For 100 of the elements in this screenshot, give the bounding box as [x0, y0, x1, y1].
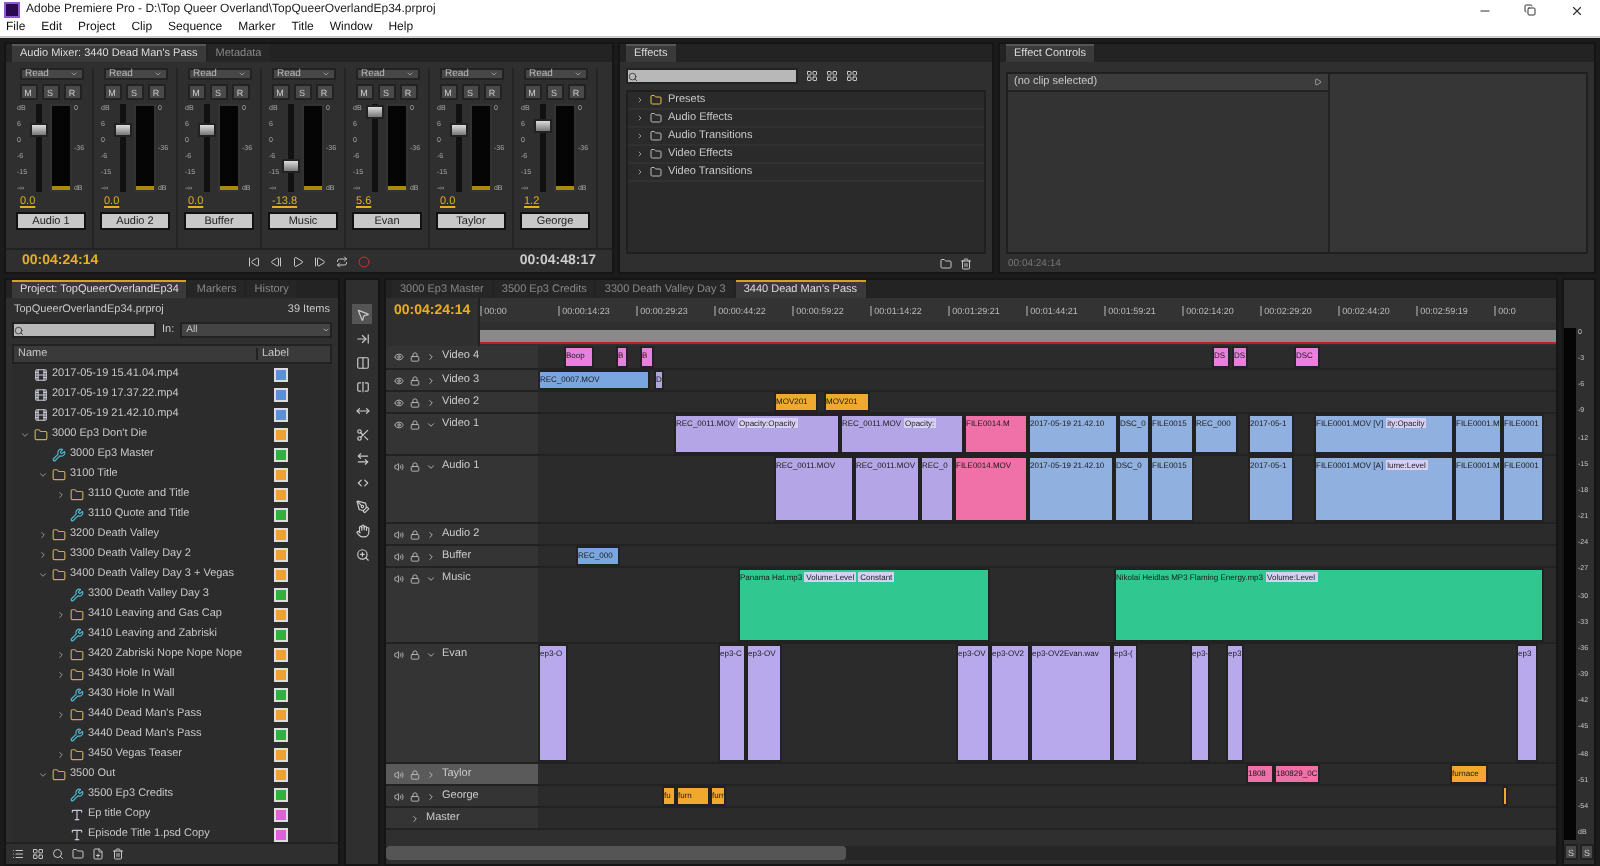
- fader-knob[interactable]: [366, 105, 385, 120]
- fader-knob[interactable]: [30, 123, 49, 138]
- ripple-edit-tool-icon[interactable]: [355, 355, 369, 369]
- restore-icon[interactable]: [1524, 4, 1536, 16]
- eye-icon[interactable]: [394, 397, 404, 407]
- new-item-icon[interactable]: [92, 848, 104, 860]
- label-swatch[interactable]: [274, 627, 288, 641]
- pen-tool-icon[interactable]: [355, 499, 369, 513]
- folder-icon: [650, 166, 662, 178]
- search-field[interactable]: [626, 68, 798, 84]
- label-swatch[interactable]: [274, 387, 288, 401]
- track-select-tool-icon[interactable]: [355, 331, 369, 345]
- speaker-icon[interactable]: [394, 461, 404, 471]
- lock-icon[interactable]: [410, 375, 420, 385]
- speaker-icon[interactable]: [394, 573, 404, 583]
- lock-icon[interactable]: [410, 397, 420, 407]
- label-swatch[interactable]: [274, 567, 288, 581]
- delete-icon[interactable]: [960, 257, 972, 269]
- rate-stretch-tool-icon[interactable]: [355, 403, 369, 417]
- film-icon: [34, 367, 48, 381]
- search-icon: [14, 325, 24, 335]
- search-icon[interactable]: [52, 848, 64, 860]
- speaker-icon[interactable]: [394, 649, 404, 659]
- slip-tool-icon[interactable]: [355, 451, 369, 465]
- label-swatch[interactable]: [274, 787, 288, 801]
- level-meter: [133, 104, 156, 192]
- new-bin-icon[interactable]: [72, 848, 84, 860]
- speaker-icon[interactable]: [394, 791, 404, 801]
- lock-icon[interactable]: [410, 529, 420, 539]
- eye-icon[interactable]: [394, 375, 404, 385]
- lock-icon[interactable]: [410, 573, 420, 583]
- hand-tool-icon[interactable]: [355, 523, 369, 537]
- folder-icon: [650, 148, 662, 160]
- speaker-icon[interactable]: [394, 551, 404, 561]
- fader-knob[interactable]: [534, 119, 553, 134]
- scrollbar-thumb[interactable]: [386, 846, 846, 860]
- rolling-edit-tool-icon[interactable]: [355, 379, 369, 393]
- label-swatch[interactable]: [274, 807, 288, 821]
- label-swatch[interactable]: [274, 467, 288, 481]
- label-swatch[interactable]: [274, 527, 288, 541]
- play-arrow-icon[interactable]: [1314, 78, 1322, 86]
- delete-icon[interactable]: [112, 848, 124, 860]
- label-swatch[interactable]: [274, 487, 288, 501]
- slide-tool-icon[interactable]: [355, 475, 369, 489]
- loop-icon[interactable]: [336, 255, 348, 267]
- lock-icon[interactable]: [410, 649, 420, 659]
- lock-icon[interactable]: [410, 351, 420, 361]
- zoom-tool-icon[interactable]: [355, 547, 369, 561]
- speaker-icon[interactable]: [394, 769, 404, 779]
- app-icon: [4, 2, 20, 18]
- label-swatch[interactable]: [274, 707, 288, 721]
- selection-tool-icon[interactable]: [355, 307, 369, 321]
- label-swatch[interactable]: [274, 647, 288, 661]
- audio-clip[interactable]: [1502, 786, 1508, 806]
- lock-icon[interactable]: [410, 461, 420, 471]
- fader-knob[interactable]: [198, 123, 217, 138]
- level-meter: [553, 104, 576, 192]
- label-swatch[interactable]: [274, 767, 288, 781]
- lock-icon[interactable]: [410, 419, 420, 429]
- label-swatch[interactable]: [274, 447, 288, 461]
- play-icon[interactable]: [292, 255, 304, 267]
- label-swatch[interactable]: [274, 667, 288, 681]
- folder-icon: [52, 567, 66, 581]
- go-to-in-icon[interactable]: [248, 255, 260, 267]
- folder-icon: [70, 667, 84, 681]
- play-in-to-out-icon[interactable]: [314, 255, 326, 267]
- label-swatch[interactable]: [274, 547, 288, 561]
- folder-icon: [70, 607, 84, 621]
- fader-knob[interactable]: [282, 158, 301, 173]
- label-swatch[interactable]: [274, 587, 288, 601]
- folder-icon: [650, 130, 662, 142]
- fader-knob[interactable]: [450, 123, 469, 138]
- label-swatch[interactable]: [274, 367, 288, 381]
- label-swatch[interactable]: [274, 507, 288, 521]
- folder-icon: [52, 547, 66, 561]
- list-view-icon[interactable]: [12, 848, 24, 860]
- close-icon[interactable]: [1569, 3, 1583, 17]
- speaker-icon[interactable]: [394, 529, 404, 539]
- label-swatch[interactable]: [274, 607, 288, 621]
- eye-icon[interactable]: [394, 419, 404, 429]
- label-swatch[interactable]: [274, 727, 288, 741]
- search-field[interactable]: [12, 322, 156, 338]
- label-swatch[interactable]: [274, 827, 288, 841]
- icon-view-icon[interactable]: [32, 848, 44, 860]
- lock-icon[interactable]: [410, 791, 420, 801]
- eye-icon[interactable]: [394, 351, 404, 361]
- title-icon: [70, 807, 84, 821]
- level-meter: [385, 104, 408, 192]
- label-swatch[interactable]: [274, 747, 288, 761]
- step-back-icon[interactable]: [270, 255, 282, 267]
- label-swatch[interactable]: [274, 407, 288, 421]
- new-bin-icon[interactable]: [940, 257, 952, 269]
- label-swatch[interactable]: [274, 687, 288, 701]
- level-meter: [301, 104, 324, 192]
- lock-icon[interactable]: [410, 769, 420, 779]
- razor-tool-icon[interactable]: [355, 427, 369, 441]
- lock-icon[interactable]: [410, 551, 420, 561]
- folder-icon: [650, 112, 662, 124]
- fader-knob[interactable]: [114, 123, 133, 138]
- label-swatch[interactable]: [274, 427, 288, 441]
